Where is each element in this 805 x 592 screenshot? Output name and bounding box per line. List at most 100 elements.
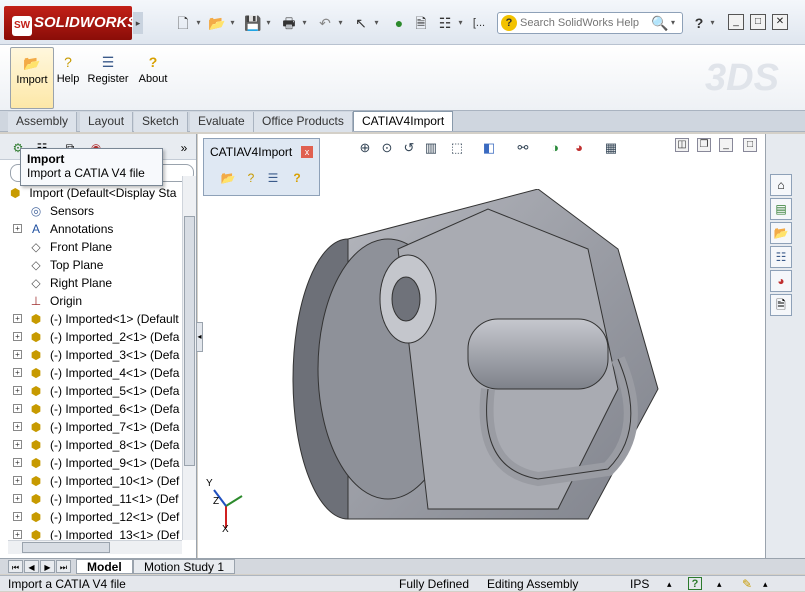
- apply-scene-icon[interactable]: ◕: [568, 139, 590, 157]
- panel-expand-icon[interactable]: »: [174, 139, 194, 157]
- undo-icon[interactable]: ↶: [314, 12, 336, 34]
- save-dropdown-icon[interactable]: ▾: [264, 12, 273, 34]
- tree-item[interactable]: + ⬢ (-) Imported_3<1> (Defa: [0, 346, 182, 364]
- tree-item[interactable]: ◇ Top Plane: [0, 256, 182, 274]
- undo-dropdown-icon[interactable]: ▾: [336, 12, 345, 34]
- save-icon[interactable]: 💾: [242, 12, 264, 34]
- tree-item[interactable]: + ⬢ (-) Imported_13<1> (Def: [0, 526, 182, 540]
- options-dropdown-icon[interactable]: ▾: [456, 12, 465, 34]
- last-tab-icon[interactable]: ⏭: [56, 560, 71, 573]
- quick-tips-icon[interactable]: ✎: [742, 576, 752, 592]
- design-library-icon[interactable]: ▤: [770, 198, 792, 220]
- edit-appearance-icon[interactable]: ◑: [544, 139, 566, 157]
- help-icon[interactable]: ?: [688, 12, 710, 34]
- horizontal-scroll-thumb[interactable]: [22, 542, 110, 553]
- expand-plus-icon[interactable]: +: [13, 476, 22, 485]
- tree-item[interactable]: ⊥ Origin: [0, 292, 182, 310]
- tab-office-products[interactable]: Office Products: [254, 112, 353, 132]
- expand-plus-icon[interactable]: +: [13, 422, 22, 431]
- open-dropdown-icon[interactable]: ▾: [228, 12, 237, 34]
- expand-plus-icon[interactable]: +: [13, 458, 22, 467]
- tree-item[interactable]: ◎ Sensors: [0, 202, 182, 220]
- search-box[interactable]: ? 🔍 ▾: [497, 12, 683, 34]
- expand-plus-icon[interactable]: +: [13, 350, 22, 359]
- file-explorer-icon[interactable]: 📂: [770, 222, 792, 244]
- tree-root[interactable]: ⬢ Import (Default<Display Sta: [10, 184, 190, 202]
- tree-item[interactable]: + ⬢ (-) Imported_2<1> (Defa: [0, 328, 182, 346]
- previous-tab-icon[interactable]: ◀: [24, 560, 39, 573]
- help-dropdown-icon[interactable]: ▾: [708, 12, 717, 34]
- tree-item[interactable]: + ⬢ (-) Imported_6<1> (Defa: [0, 400, 182, 418]
- tab-layout[interactable]: Layout: [80, 112, 134, 132]
- print-icon[interactable]: 🖶: [278, 12, 300, 34]
- menu-expand-arrow[interactable]: ▸: [133, 12, 143, 34]
- tree-item[interactable]: ◇ Front Plane: [0, 238, 182, 256]
- graphics-area[interactable]: CATIAV4Import x 📂 ? ☰ ? ⊕ ⊙ ↺ ▥ ⬚ ◧ ⚯ ◑ …: [198, 134, 775, 558]
- hide-show-items-icon[interactable]: ⚯: [512, 139, 534, 157]
- app-logo[interactable]: SW SOLIDWORKS: [4, 6, 137, 40]
- viewport-restore-button[interactable]: □: [743, 138, 757, 152]
- search-input[interactable]: [520, 15, 650, 31]
- print-dropdown-icon[interactable]: ▾: [300, 12, 309, 34]
- tree-item[interactable]: + ⬢ (-) Imported_4<1> (Defa: [0, 364, 182, 382]
- expand-plus-icon[interactable]: +: [13, 368, 22, 377]
- expand-plus-icon[interactable]: +: [13, 494, 22, 503]
- expand-plus-icon[interactable]: +: [13, 386, 22, 395]
- next-tab-icon[interactable]: ▶: [40, 560, 55, 573]
- expand-plus-icon[interactable]: +: [13, 314, 22, 323]
- catia-help-icon[interactable]: ?: [242, 169, 260, 187]
- about-button[interactable]: ? About: [136, 47, 170, 109]
- tab-evaluate[interactable]: Evaluate: [190, 112, 254, 132]
- appearances-icon[interactable]: ◕: [770, 270, 792, 292]
- tree-horizontal-scrollbar[interactable]: [8, 540, 182, 554]
- search-dropdown-icon[interactable]: ▾: [671, 14, 681, 32]
- tab-assembly[interactable]: Assembly: [8, 112, 78, 132]
- tree-item[interactable]: ◇ Right Plane: [0, 274, 182, 292]
- tree-item[interactable]: + ⬢ (-) Imported_12<1> (Def: [0, 508, 182, 526]
- toolbar-overflow[interactable]: [...: [468, 12, 490, 34]
- select-arrow-icon[interactable]: ↖: [350, 12, 372, 34]
- catia-import-icon[interactable]: 📂: [219, 169, 237, 187]
- close-button[interactable]: ✕: [772, 14, 788, 30]
- view-palette-icon[interactable]: ☷: [770, 246, 792, 268]
- expand-plus-icon[interactable]: +: [13, 404, 22, 413]
- rebuild-traffic-light-icon[interactable]: ●: [388, 12, 410, 34]
- previous-view-icon[interactable]: ↺: [398, 139, 420, 157]
- new-dropdown-icon[interactable]: ▾: [194, 12, 203, 34]
- viewport-tile-icon[interactable]: ◫: [675, 138, 689, 152]
- search-icon[interactable]: 🔍: [650, 14, 670, 32]
- expand-plus-icon[interactable]: +: [13, 224, 22, 233]
- tree-vertical-scrollbar[interactable]: [182, 176, 196, 540]
- viewport-cascade-icon[interactable]: ❐: [697, 138, 711, 152]
- solidworks-resources-icon[interactable]: ⌂: [770, 174, 792, 196]
- help-dropdown-icon[interactable]: ▴: [717, 576, 722, 592]
- view-settings-icon[interactable]: ▦: [600, 139, 622, 157]
- tab-model[interactable]: Model: [76, 559, 133, 574]
- tree-item[interactable]: + ⬢ (-) Imported<1> (Default: [0, 310, 182, 328]
- minimize-button[interactable]: _: [728, 14, 744, 30]
- tips-dropdown-icon[interactable]: ▴: [763, 576, 768, 592]
- viewport-minimize-button[interactable]: _: [719, 138, 733, 152]
- tab-motion-study-1[interactable]: Motion Study 1: [133, 559, 236, 574]
- tree-item[interactable]: + ⬢ (-) Imported_8<1> (Defa: [0, 436, 182, 454]
- tree-item[interactable]: + ⬢ (-) Imported_10<1> (Def: [0, 472, 182, 490]
- expand-plus-icon[interactable]: +: [13, 440, 22, 449]
- first-tab-icon[interactable]: ⏮: [8, 560, 23, 573]
- select-dropdown-icon[interactable]: ▾: [372, 12, 381, 34]
- options-list-icon[interactable]: ☷: [434, 12, 456, 34]
- vertical-scroll-thumb[interactable]: [184, 216, 195, 466]
- catia-register-icon[interactable]: ☰: [264, 169, 282, 187]
- open-folder-icon[interactable]: 📂: [206, 12, 228, 34]
- file-properties-icon[interactable]: 🗎: [410, 12, 432, 34]
- maximize-button[interactable]: □: [750, 14, 766, 30]
- zoom-area-icon[interactable]: ⊙: [376, 139, 398, 157]
- tree-item[interactable]: + A Annotations: [0, 220, 182, 238]
- expand-plus-icon[interactable]: +: [13, 332, 22, 341]
- help-button[interactable]: ? Help: [56, 47, 80, 109]
- panel-collapse-handle[interactable]: ◂: [196, 322, 203, 352]
- section-view-icon[interactable]: ▥: [420, 139, 442, 157]
- units-dropdown-icon[interactable]: ▴: [667, 576, 672, 592]
- display-style-icon[interactable]: ◧: [478, 139, 500, 157]
- tree-item[interactable]: + ⬢ (-) Imported_11<1> (Def: [0, 490, 182, 508]
- expand-plus-icon[interactable]: +: [13, 512, 22, 521]
